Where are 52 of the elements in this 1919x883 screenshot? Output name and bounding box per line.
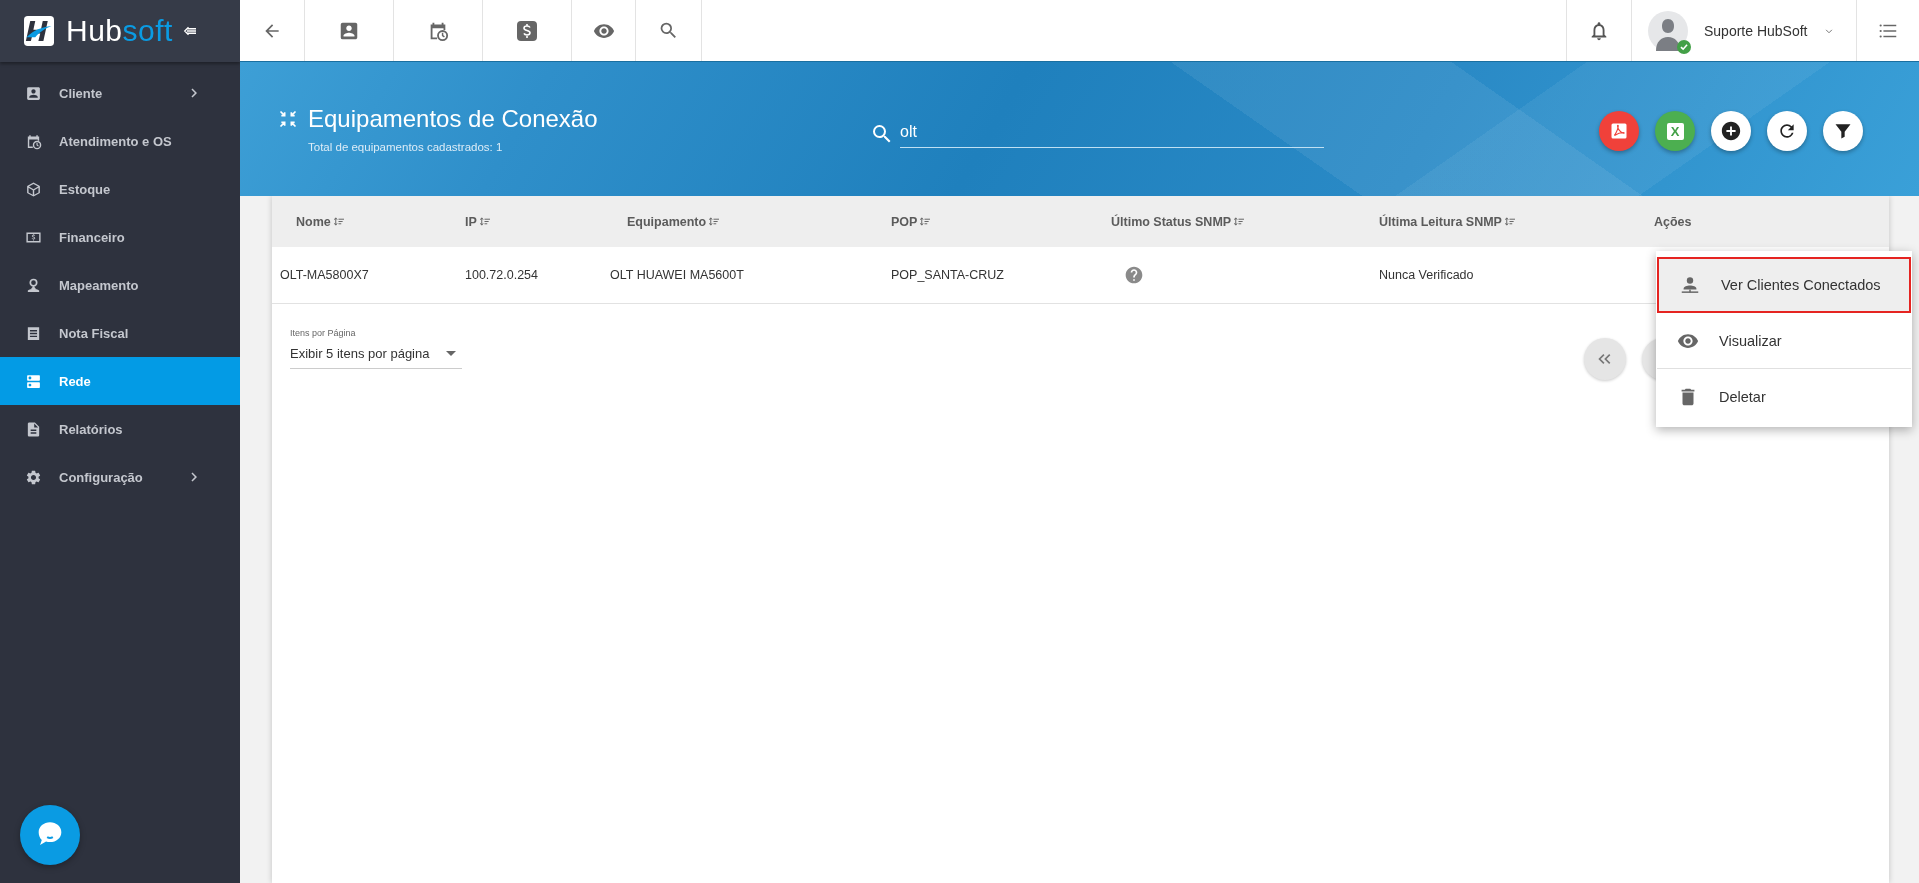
sidebar-item[interactable]: Relatórios: [0, 405, 240, 453]
settings-icon: [25, 468, 42, 486]
page-title: Equipamentos de Conexão: [308, 105, 598, 133]
refresh-button[interactable]: [1767, 111, 1807, 151]
calendar-clock-icon: [25, 132, 42, 150]
column-header[interactable]: Equipamento: [627, 214, 707, 229]
sidebar-item[interactable]: Mapeamento: [0, 261, 240, 309]
refresh-icon: [1777, 121, 1797, 141]
table-cell: POP_SANTA-CRUZ: [891, 268, 1004, 282]
logo-icon: [24, 16, 54, 46]
sidebar-item[interactable]: Cliente: [0, 69, 240, 117]
field-label: Itens por Página: [290, 328, 357, 338]
user-name[interactable]: Suporte HubSoft: [1704, 22, 1808, 39]
page-subtitle: Total de equipamentos cadastrados: 1: [308, 141, 504, 153]
add-button[interactable]: [1711, 111, 1751, 151]
location-person-icon: [25, 276, 42, 294]
column-header[interactable]: IP: [465, 214, 477, 229]
document-icon: [1610, 122, 1628, 140]
dropdown-arrow-icon: [446, 351, 456, 356]
sidebar-item[interactable]: Nota Fiscal: [0, 309, 240, 357]
funnel-icon: [1833, 121, 1853, 141]
table-cell: Nunca Verificado: [1379, 268, 1474, 282]
table-cell: OLT-MA5800X7: [280, 268, 369, 282]
column-header[interactable]: POP: [891, 214, 918, 229]
column-header[interactable]: Último Status SNMP: [1111, 214, 1232, 229]
sidebar-item[interactable]: Atendimento e OS: [0, 117, 240, 165]
search-icon[interactable]: [658, 20, 679, 41]
table-cell: 100.72.0.254: [465, 268, 538, 282]
dollar-icon[interactable]: [515, 18, 539, 43]
compress-arrows-icon: [278, 109, 298, 129]
menu-item[interactable]: Deletar: [1657, 369, 1911, 425]
search-field[interactable]: olt: [900, 119, 1324, 148]
table-cell: OLT HUAWEI MA5600T: [610, 268, 744, 282]
cube-icon: [25, 180, 42, 198]
pdf-export-button[interactable]: [1599, 111, 1639, 151]
filter-button[interactable]: [1823, 111, 1863, 151]
file-icon: [25, 420, 42, 438]
person-card-icon: [25, 84, 42, 102]
avatar-icon: [1648, 10, 1688, 51]
sidebar-item[interactable]: Configuração: [0, 453, 240, 501]
column-header[interactable]: Última Leitura SNMP: [1379, 214, 1502, 229]
menu-item[interactable]: Ver Clientes Conectados: [1657, 257, 1911, 313]
document-icon: [25, 324, 42, 342]
column-header: Ações: [1654, 214, 1692, 229]
sidebar-item[interactable]: Financeiro: [0, 213, 240, 261]
items-per-page-select[interactable]: Exibir 5 itens por página: [290, 338, 462, 369]
person-on-line-icon: [1679, 274, 1701, 296]
server-icon: [25, 372, 42, 390]
menu-item[interactable]: Visualizar: [1657, 313, 1911, 369]
sidebar-item[interactable]: Estoque: [0, 165, 240, 213]
column-header[interactable]: Nome: [296, 214, 331, 229]
brand-name: Hubsoft: [66, 14, 173, 48]
